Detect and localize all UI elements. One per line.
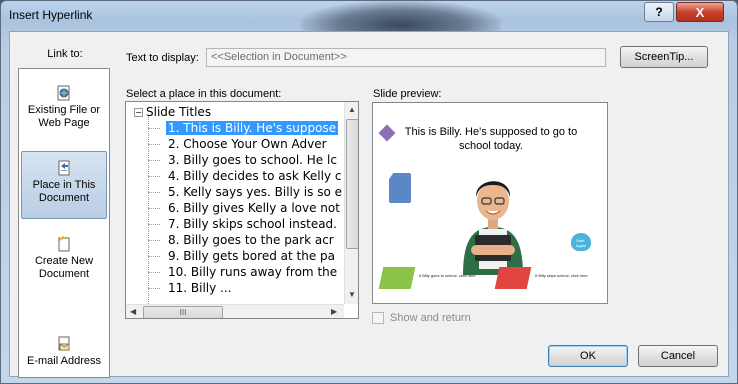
link-create-label: Create New Document: [34, 255, 94, 280]
cancel-button[interactable]: Cancel: [638, 345, 718, 367]
dialog-body: Link to: Existing File or Web Page Place…: [9, 31, 729, 378]
vertical-scroll-thumb[interactable]: [346, 119, 358, 249]
tree-item[interactable]: 10. Billy runs away from the: [146, 264, 346, 280]
tree-item[interactable]: 7. Billy skips school instead.: [146, 216, 346, 232]
tree-item[interactable]: 8. Billy goes to the park acr: [146, 232, 346, 248]
close-button[interactable]: X: [676, 2, 724, 22]
boy-photo: [463, 181, 523, 275]
link-to-label: Link to:: [47, 48, 83, 60]
tree-root-label: Slide Titles: [146, 105, 212, 119]
tree-item-label: 8. Billy goes to the park acr: [168, 233, 334, 247]
tree-item[interactable]: 5. Kelly says yes. Billy is so e: [146, 184, 346, 200]
tree-item[interactable]: 2. Choose Your Own Adver: [146, 136, 346, 152]
tree-item[interactable]: 9. Billy gets bored at the pa: [146, 248, 346, 264]
tree-item-label: 2. Choose Your Own Adver: [168, 137, 327, 151]
help-icon: ?: [655, 5, 663, 19]
scroll-down-icon[interactable]: ▼: [348, 290, 356, 299]
email-icon: [58, 336, 70, 351]
tree-item-label: 9. Billy gets bored at the pa: [168, 249, 335, 263]
tree-item-label: 3. Billy goes to school. He lc: [168, 153, 337, 167]
horizontal-scrollbar[interactable]: ◀ III ▶: [126, 304, 344, 318]
tree-item[interactable]: 11. Billy ...: [146, 280, 346, 296]
show-and-return-checkbox[interactable]: [372, 312, 384, 324]
tree-item[interactable]: 1. This is Billy. He's suppose: [146, 120, 346, 136]
tree-items: 1. This is Billy. He's suppose 2. Choose…: [146, 120, 346, 296]
window-title: Insert Hyperlink: [9, 8, 93, 22]
insert-hyperlink-dialog: Insert Hyperlink ? X Link to: Existing F…: [0, 0, 738, 384]
help-button[interactable]: ?: [644, 2, 674, 22]
close-icon: X: [695, 4, 705, 20]
tree-item[interactable]: 6. Billy gives Kelly a love not: [146, 200, 346, 216]
scroll-up-icon[interactable]: ▲: [348, 105, 356, 114]
tree-item-label: 10. Billy runs away from the: [168, 265, 338, 279]
select-place-label: Select a place in this document:: [126, 88, 282, 100]
green-card-shape: [378, 267, 416, 289]
tree-item[interactable]: 3. Billy goes to school. He lc: [146, 152, 346, 168]
tree-item-label: 1. This is Billy. He's suppose: [166, 121, 339, 135]
link-create-new-document[interactable]: Create New Document: [21, 229, 107, 291]
background-blur: [301, 1, 501, 31]
red-card-shape: [494, 267, 532, 289]
link-to-bar: Existing File or Web Page Place in This …: [18, 68, 110, 378]
tree-item-label: 6. Billy gives Kelly a love not: [168, 201, 340, 215]
title-bar[interactable]: Insert Hyperlink ? X: [1, 1, 737, 31]
ok-button[interactable]: OK: [548, 345, 628, 367]
heart-text: Start Again: [576, 238, 587, 248]
link-email-label: E-mail Address: [27, 355, 101, 367]
horizontal-scroll-thumb[interactable]: III: [143, 306, 223, 318]
text-to-display-label: Text to display:: [126, 52, 199, 64]
web-page-icon: [57, 85, 70, 101]
link-place-in-document[interactable]: Place in This Document: [21, 151, 107, 219]
slide-preview-text: This is Billy. He's supposed to go to sc…: [404, 126, 578, 152]
tree-item-label: 11. Billy ...: [168, 281, 232, 295]
link-place-label: Place in This Document: [32, 179, 96, 204]
link-existing-file-web-page[interactable]: Existing File or Web Page: [21, 80, 107, 142]
show-and-return-option: Show and return: [372, 312, 471, 324]
tree-root-slide-titles[interactable]: − Slide Titles: [134, 105, 211, 119]
slide-preview-label: Slide preview:: [373, 88, 442, 100]
tree-item-label: 7. Billy skips school instead.: [168, 217, 337, 231]
vertical-scrollbar[interactable]: ▲ ▼: [344, 102, 358, 304]
text-to-display-input[interactable]: <<Selection in Document>>: [206, 48, 606, 67]
link-existing-label: Existing File or Web Page: [27, 104, 101, 129]
scroll-left-icon[interactable]: ◀: [130, 307, 136, 316]
tree-item-label: 4. Billy decides to ask Kelly c: [168, 169, 342, 183]
place-in-document-tree[interactable]: − Slide Titles 1. This is Billy. He's sup…: [125, 101, 359, 319]
scroll-right-icon[interactable]: ▶: [331, 307, 337, 316]
link-email-address[interactable]: E-mail Address: [21, 307, 107, 373]
collapse-icon[interactable]: −: [134, 108, 143, 117]
new-document-icon: [58, 236, 70, 252]
screentip-button[interactable]: ScreenTip...: [620, 46, 708, 68]
pentagon-shape: [389, 173, 411, 203]
show-and-return-label: Show and return: [390, 312, 471, 324]
red-card-text: If Billy skips school, click here: [535, 273, 588, 278]
tree-item-label: 5. Kelly says yes. Billy is so e: [168, 185, 342, 199]
green-card-text: If Billy goes to school, click here: [419, 273, 476, 278]
heart-shape: Start Again: [571, 233, 591, 251]
tree-item[interactable]: 4. Billy decides to ask Kelly c: [146, 168, 346, 184]
document-place-icon: [58, 160, 70, 176]
diamond-shape: [378, 124, 396, 142]
slide-preview: This is Billy. He's supposed to go to sc…: [372, 102, 608, 304]
